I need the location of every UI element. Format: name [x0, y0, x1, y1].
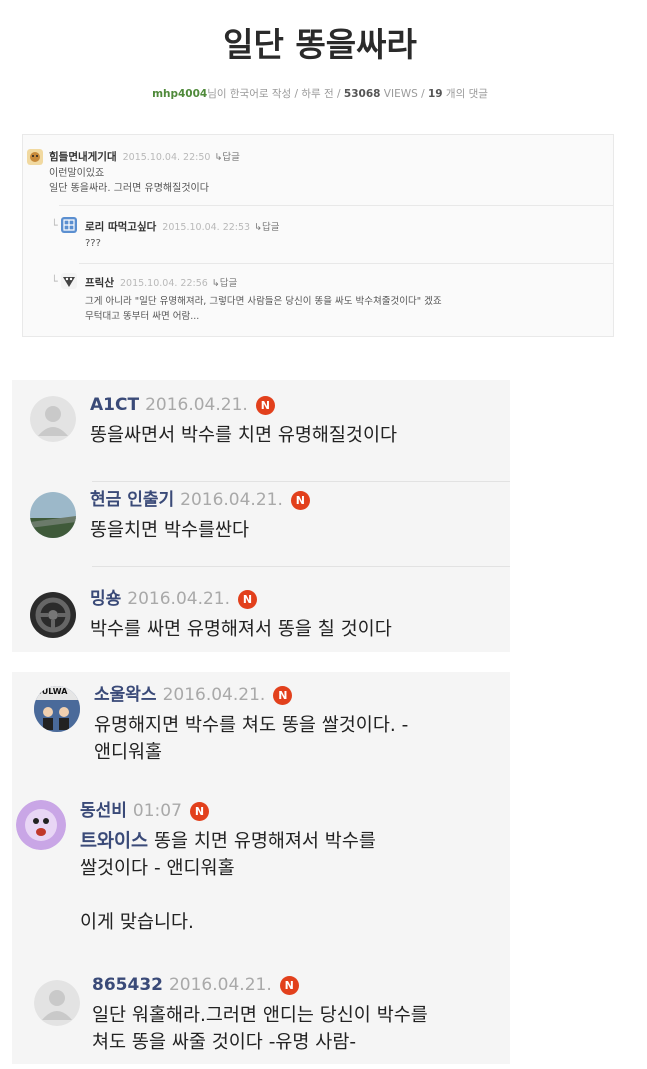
- divider: [92, 481, 510, 482]
- comment-author[interactable]: 로리 따먹고싶다: [85, 221, 156, 233]
- comment-text-line: 앤디워홀: [94, 742, 163, 763]
- reply-indent-icon: └: [51, 219, 58, 232]
- comment-text: 박수를 싸면 유명해져서 똥을 칠 것이다: [90, 619, 392, 640]
- comment-date: 2016.04.21.: [180, 490, 283, 510]
- default-avatar-icon: [30, 396, 76, 442]
- comment-panel: SULWA 소울왁스 2016.04.21. N 유명해지면 박수를 쳐도 똥을 쌀…: [12, 672, 510, 1064]
- comment-date: 01:07: [132, 801, 182, 821]
- comment: A1CT 2016.04.21. N 똥을싸면서 박수를 치면 유명해질것이다: [90, 394, 397, 449]
- new-badge: N: [273, 686, 293, 705]
- reply-indent-icon: └: [51, 275, 58, 288]
- soulwax-avatar-icon: SULWA: [34, 686, 80, 732]
- default-avatar-icon: [34, 980, 80, 1026]
- comment-date: 2015.10.04. 22:50: [122, 152, 211, 163]
- comment-date: 2016.04.21.: [162, 685, 266, 705]
- thread-comment: 프릭산 2015.10.04. 22:56 ↳답글 그게 아니라 "일단 유명해져라…: [85, 275, 442, 324]
- comment-author[interactable]: 현금 인출기: [90, 490, 174, 510]
- divider: [92, 566, 510, 567]
- comment-date: 2016.04.21.: [168, 975, 272, 995]
- comment-author[interactable]: 소울왁스: [94, 685, 157, 705]
- comment-text-line: 일단 워홀해라.그러면 앤디는 당신이 박수를: [92, 1005, 428, 1026]
- comment-thread-panel: 힘들면내게기대 2015.10.04. 22:50 ↳답글 이런말이있죠 일단 똥을…: [22, 134, 614, 337]
- comment-date: 2015.10.04. 22:56: [119, 278, 208, 289]
- post-title: 일단 똥을싸라: [223, 25, 417, 64]
- comment-text-line: 이런말이있죠: [49, 168, 105, 179]
- comment: 소울왁스 2016.04.21. N 유명해지면 박수를 쳐도 똥을 쌀것이다. -…: [94, 684, 408, 766]
- comment-panel: A1CT 2016.04.21. N 똥을싸면서 박수를 치면 유명해질것이다 현금…: [12, 380, 510, 652]
- post-comment-label: 개의 댓글: [442, 88, 488, 100]
- divider: [79, 263, 613, 264]
- avatar-label: SULWA: [36, 687, 68, 696]
- post-meta-text: 님이 한국어로 작성 / 하루 전 /: [207, 88, 344, 100]
- comment: 865432 2016.04.21. N 일단 워홀해라.그러면 앤디는 당신이 박…: [92, 974, 428, 1056]
- comment-text-line: 이게 맞습니다.: [80, 912, 194, 933]
- post-comment-count: 19: [427, 88, 443, 100]
- reply-link[interactable]: ↳답글: [254, 222, 279, 233]
- comment-author[interactable]: 동선비: [80, 801, 127, 821]
- reply-link[interactable]: ↳답글: [212, 278, 237, 289]
- user-avatar-icon: [61, 273, 77, 289]
- new-badge: N: [279, 976, 299, 995]
- comment-text-line: ???: [85, 238, 101, 249]
- reply-link[interactable]: ↳답글: [214, 152, 239, 163]
- mention-tag[interactable]: 트와이스: [80, 831, 148, 852]
- comment-text: 똥을싸면서 박수를 치면 유명해질것이다: [90, 425, 397, 446]
- thread-comment: 힘들면내게기대 2015.10.04. 22:50 ↳답글 이런말이있죠 일단 똥을…: [49, 149, 240, 196]
- steering-wheel-avatar-icon: [30, 592, 76, 638]
- new-badge: N: [290, 491, 310, 510]
- comment-date: 2016.04.21.: [127, 589, 231, 609]
- comment-date: 2015.10.04. 22:53: [162, 222, 251, 233]
- new-badge: N: [255, 396, 275, 415]
- new-badge: N: [238, 590, 258, 609]
- comment-text-line: 일단 똥을싸라. 그러면 유명해질것이다: [49, 183, 209, 194]
- post-meta: mhp4004님이 한국어로 작성 / 하루 전 / 53068 VIEWS /…: [0, 86, 640, 101]
- comment-author[interactable]: 밍숑: [90, 589, 121, 609]
- landscape-avatar-icon: [30, 492, 76, 538]
- comment-date: 2016.04.21.: [145, 395, 248, 415]
- post-views-label: VIEWS /: [380, 88, 428, 100]
- comment-text-line: 쳐도 똥을 싸줄 것이다 -유명 사람-: [92, 1032, 357, 1053]
- comment-text-line: 그게 아니라 "일단 유명해져라, 그렇다면 사람들은 당신이 똥을 싸도 박수…: [85, 296, 442, 307]
- comment-author[interactable]: 865432: [92, 975, 163, 995]
- comment: 현금 인출기 2016.04.21. N 똥을치면 박수를싼다: [90, 489, 310, 544]
- comment-author[interactable]: 힘들면내게기대: [49, 151, 117, 163]
- purple-character-avatar-icon: [16, 800, 66, 850]
- comment-text-line: 무턱대고 똥부터 싸면 어람...: [85, 311, 200, 322]
- post-author-link[interactable]: mhp4004: [152, 88, 207, 100]
- comment-text-line: 유명해지면 박수를 쳐도 똥을 쌀것이다. -: [94, 715, 409, 736]
- comment-text-line: 똥을 치면 유명해져서 박수를: [148, 831, 376, 852]
- comment-author[interactable]: 프릭산: [85, 277, 114, 289]
- post-views: 53068: [343, 88, 381, 100]
- comment-author[interactable]: A1CT: [90, 395, 139, 415]
- user-avatar-icon: [27, 149, 43, 165]
- comment: 밍숑 2016.04.21. N 박수를 싸면 유명해져서 똥을 칠 것이다: [90, 588, 392, 643]
- comment: 동선비 01:07 N 트와이스 똥을 치면 유명해져서 박수를 쌀것이다 - 앤디…: [80, 800, 376, 936]
- divider: [59, 205, 613, 206]
- new-badge: N: [189, 802, 209, 821]
- comment-text-line: 쌀것이다 - 앤디워홀: [80, 858, 235, 879]
- comment-text: 똥을치면 박수를싼다: [90, 520, 250, 541]
- thread-comment: 로리 따먹고싶다 2015.10.04. 22:53 ↳답글 ???: [85, 219, 280, 251]
- user-avatar-icon: [61, 217, 77, 233]
